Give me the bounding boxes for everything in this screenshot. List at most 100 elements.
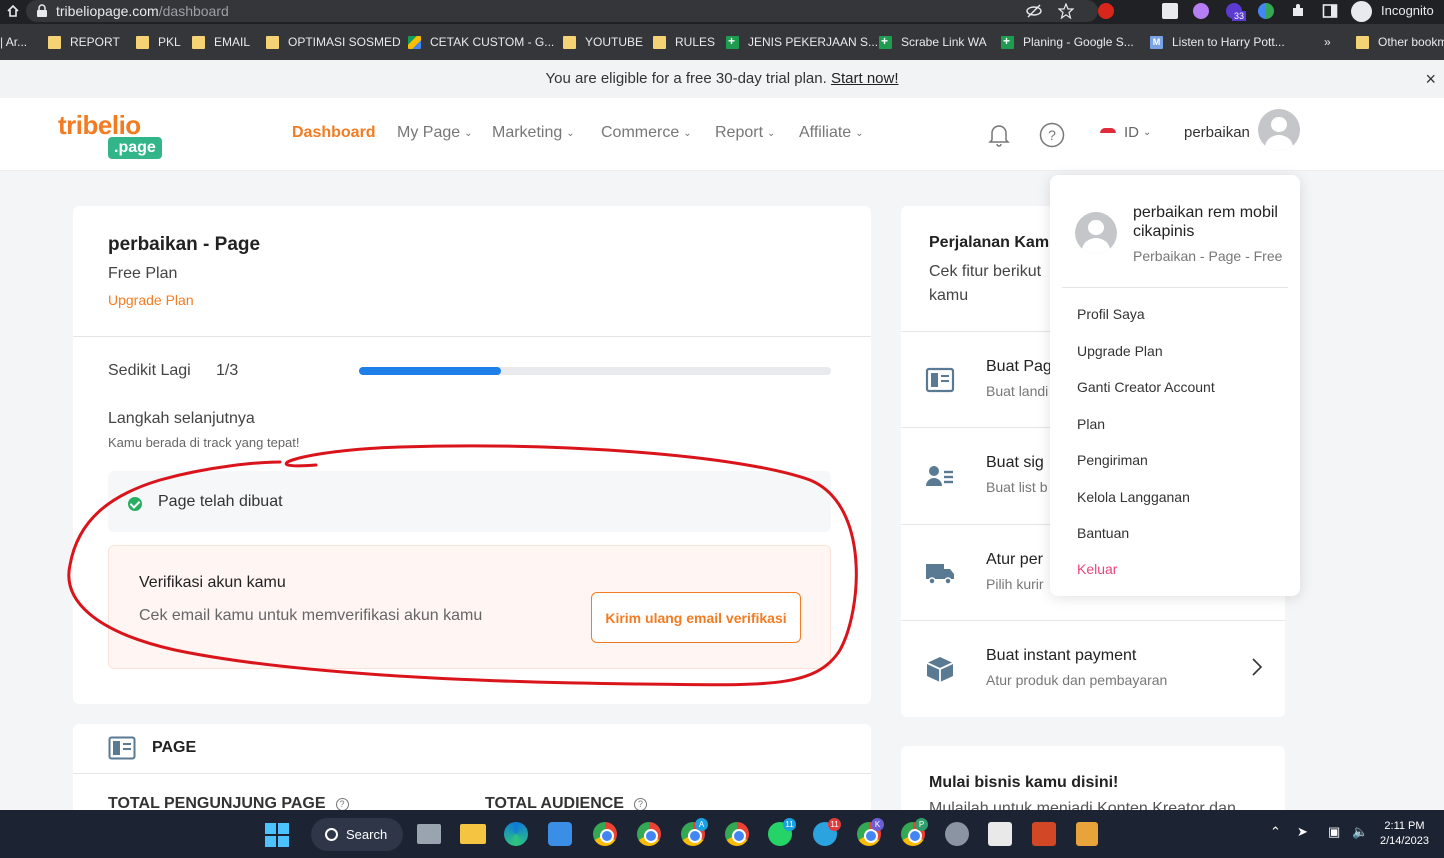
bookmark-item[interactable]: EMAIL xyxy=(192,34,250,50)
snipping-tool-icon[interactable] xyxy=(988,822,1012,846)
dropdown-item[interactable]: Bantuan xyxy=(1077,525,1129,541)
page-status-card: perbaikan - Page Free Plan Upgrade Plan … xyxy=(73,206,871,704)
close-banner-icon[interactable]: × xyxy=(1425,60,1436,98)
header-avatar[interactable] xyxy=(1258,109,1300,151)
bookmark-item[interactable]: Planing - Google S... xyxy=(1001,34,1134,50)
plan-name: Free Plan xyxy=(108,265,178,282)
eye-off-icon[interactable] xyxy=(1026,3,1042,19)
question-icon[interactable]: ? xyxy=(335,797,349,811)
question-icon[interactable]: ? xyxy=(633,797,647,811)
trial-banner-text: You are eligible for a free 30-day trial… xyxy=(545,70,827,87)
dropdown-item[interactable]: Ganti Creator Account xyxy=(1077,379,1215,395)
file-explorer-icon[interactable] xyxy=(460,824,486,844)
media-player-icon[interactable] xyxy=(1076,822,1098,846)
url-text[interactable]: tribeliopage.com/dashboard xyxy=(56,3,229,19)
upgrade-plan-link[interactable]: Upgrade Plan xyxy=(108,292,194,308)
extension-purple-icon[interactable] xyxy=(1193,3,1209,19)
bookmark-item[interactable]: OPTIMASI SOSMED xyxy=(266,34,401,50)
chrome-icon[interactable] xyxy=(725,822,749,846)
page-layout-icon xyxy=(925,367,955,393)
powerpoint-icon[interactable] xyxy=(1032,822,1056,846)
windows-taskbar: Search A 11 11 K P ⌃ ➤ ▣ 🔈 2:11 PM 2/14/… xyxy=(0,810,1444,858)
chevron-right-icon[interactable] xyxy=(1251,657,1263,677)
bookmark-label: EMAIL xyxy=(214,35,251,49)
chevron-down-icon: ⌄ xyxy=(767,127,776,139)
bookmark-item[interactable]: JENIS PEKERJAAN S... xyxy=(726,34,878,50)
windows-start-icon[interactable] xyxy=(265,823,289,847)
m-icon: M xyxy=(1150,35,1163,49)
language-code: ID xyxy=(1124,124,1139,141)
bookmark-item[interactable]: CETAK CUSTOM - G... xyxy=(408,34,554,50)
task-view-icon[interactable] xyxy=(417,824,441,844)
indonesia-flag-icon xyxy=(1100,127,1116,138)
folder-icon xyxy=(1356,35,1369,49)
start-trial-link[interactable]: Start now! xyxy=(831,70,899,87)
dropdown-item[interactable]: Pengiriman xyxy=(1077,452,1148,468)
language-selector[interactable]: ID ⌄ xyxy=(1100,124,1151,141)
bookmark-item[interactable]: Other bookm xyxy=(1356,34,1444,50)
nav-commerce[interactable]: Commerce ⌄ xyxy=(601,124,692,142)
nav-report[interactable]: Report ⌄ xyxy=(715,124,775,142)
location-arrow-icon[interactable]: ➤ xyxy=(1297,824,1308,840)
bookmark-item[interactable]: | Ar... xyxy=(0,34,27,50)
bell-icon[interactable] xyxy=(986,122,1012,148)
nav-my-page[interactable]: My Page ⌄ xyxy=(397,124,473,142)
extension-doc-icon[interactable] xyxy=(1162,3,1178,19)
dropdown-item[interactable]: Kelola Langganan xyxy=(1077,489,1190,505)
nav-label: Commerce xyxy=(601,124,680,141)
journey-subtitle: Cek fitur berikut kamu xyxy=(929,263,1042,304)
bookmark-item[interactable]: Scrabe Link WA xyxy=(879,34,987,50)
volume-icon[interactable]: 🔈 xyxy=(1352,824,1368,840)
extension-red-icon[interactable] xyxy=(1098,3,1114,19)
bookmark-item[interactable]: YOUTUBE xyxy=(563,34,643,50)
edge-icon[interactable] xyxy=(504,822,528,846)
incognito-icon[interactable] xyxy=(1351,1,1372,22)
nav-marketing[interactable]: Marketing ⌄ xyxy=(492,124,575,142)
card-divider xyxy=(73,773,871,774)
resend-verification-button[interactable]: Kirim ulang email verifikasi xyxy=(591,592,801,643)
bookmark-item[interactable]: PKL xyxy=(136,34,181,50)
nav-dashboard[interactable]: Dashboard xyxy=(292,124,376,142)
header-username[interactable]: perbaikan xyxy=(1184,124,1250,141)
dropdown-item[interactable]: Profil Saya xyxy=(1077,306,1145,322)
star-icon[interactable] xyxy=(1058,3,1074,19)
nav-label: Report xyxy=(715,124,764,141)
help-icon[interactable]: ? xyxy=(1039,122,1065,148)
nav-label: Marketing xyxy=(492,124,563,141)
puzzle-icon[interactable] xyxy=(1290,3,1306,19)
chevron-up-icon[interactable]: ⌃ xyxy=(1270,824,1281,840)
folder-icon xyxy=(48,35,61,49)
dropdown-item[interactable]: Plan xyxy=(1077,416,1105,432)
extension-green-icon[interactable] xyxy=(1258,3,1274,19)
lock-icon[interactable] xyxy=(36,4,48,18)
journey-row-subtitle: Atur produk dan pembayaran xyxy=(986,672,1168,688)
badge: K xyxy=(871,818,884,831)
taskbar-clock[interactable]: 2:11 PM 2/14/2023 xyxy=(1380,819,1429,849)
store-icon[interactable] xyxy=(548,822,572,846)
chrome-icon[interactable] xyxy=(593,822,617,846)
sidepanel-icon[interactable] xyxy=(1322,3,1338,19)
taskbar-search[interactable]: Search xyxy=(311,818,403,851)
home-icon[interactable] xyxy=(6,4,20,18)
bookmark-item[interactable]: M Listen to Harry Pott... xyxy=(1150,34,1285,50)
page-card-title: PAGE xyxy=(152,739,197,756)
settings-gear-icon[interactable] xyxy=(945,822,969,846)
bookmark-item[interactable]: » xyxy=(1324,34,1331,50)
journey-row[interactable]: Buat instant payment Atur produk dan pemb… xyxy=(901,620,1285,716)
biz-title: Mulai bisnis kamu disini! xyxy=(929,774,1119,791)
bookmark-label: Scrabe Link WA xyxy=(901,35,987,49)
chrome-icon[interactable] xyxy=(637,822,661,846)
incognito-label[interactable]: Incognito xyxy=(1381,3,1434,18)
network-icon[interactable]: ▣ xyxy=(1328,824,1340,840)
progress-count: 1/3 xyxy=(216,362,239,379)
logo-sub: .page xyxy=(108,137,162,159)
logout-item[interactable]: Keluar xyxy=(1077,561,1117,577)
package-icon xyxy=(926,657,954,682)
bookmark-item[interactable]: RULES xyxy=(653,34,715,50)
verify-subtitle: Cek email kamu untuk memverifikasi akun … xyxy=(139,607,483,624)
dropdown-item[interactable]: Upgrade Plan xyxy=(1077,343,1163,359)
extension-badge-count: 33 xyxy=(1232,11,1247,21)
tribelio-logo[interactable]: tribelio .page xyxy=(58,110,162,159)
nav-affiliate[interactable]: Affiliate ⌄ xyxy=(799,124,864,142)
bookmark-item[interactable]: REPORT xyxy=(48,34,120,50)
